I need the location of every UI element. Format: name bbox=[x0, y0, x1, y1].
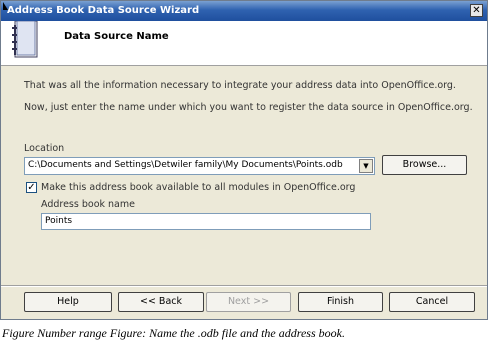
address-book-name-field[interactable]: Points bbox=[41, 213, 371, 230]
wizard-content: That was all the information necessary t… bbox=[1, 66, 487, 276]
page-title: Data Source Name bbox=[64, 31, 169, 42]
location-label: Location bbox=[24, 143, 65, 154]
next-button[interactable]: Next >> bbox=[206, 292, 291, 312]
figure-caption: Figure Number range Figure: Name the .od… bbox=[2, 326, 345, 340]
back-button[interactable]: << Back bbox=[118, 292, 204, 312]
location-value: C:\Documents and Settings\Detwiler famil… bbox=[28, 160, 343, 170]
cancel-button[interactable]: Cancel bbox=[389, 292, 475, 312]
window-title: Address Book Data Source Wizard bbox=[7, 5, 200, 16]
address-book-icon bbox=[12, 21, 38, 58]
location-combobox[interactable]: C:\Documents and Settings\Detwiler famil… bbox=[24, 157, 375, 175]
browse-button[interactable]: Browse... bbox=[382, 155, 467, 175]
address-book-name-label: Address book name bbox=[41, 199, 135, 210]
make-available-label: Make this address book available to all … bbox=[41, 182, 356, 193]
intro-text-1: That was all the information necessary t… bbox=[24, 80, 456, 91]
title-bar[interactable]: Address Book Data Source Wizard ✕ bbox=[1, 1, 487, 21]
address-book-name-value: Points bbox=[45, 216, 73, 226]
footer-divider bbox=[1, 285, 487, 287]
wizard-window: Address Book Data Source Wizard ✕ Data S… bbox=[0, 0, 488, 320]
wizard-header: Data Source Name bbox=[1, 21, 487, 66]
close-button[interactable]: ✕ bbox=[470, 4, 483, 17]
make-available-checkbox[interactable]: ✓ bbox=[26, 182, 37, 193]
chevron-down-icon[interactable]: ▼ bbox=[359, 159, 373, 173]
finish-button[interactable]: Finish bbox=[298, 292, 383, 312]
help-button[interactable]: Help bbox=[24, 292, 112, 312]
intro-text-2: Now, just enter the name under which you… bbox=[24, 102, 473, 113]
